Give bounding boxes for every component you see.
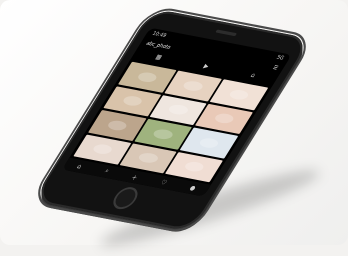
tag-icon[interactable]: ⌂ <box>249 71 257 79</box>
menu-icon[interactable]: ☰ <box>271 65 279 72</box>
add-icon[interactable]: ＋ <box>129 172 140 182</box>
earpiece-speaker <box>215 29 238 37</box>
profile-icon[interactable]: ● <box>188 184 197 192</box>
video-icon[interactable]: ▶ <box>202 62 210 70</box>
status-network: 5G <box>275 54 286 62</box>
home-icon[interactable]: ⌂ <box>76 162 84 170</box>
status-time: 10:49 <box>150 30 168 40</box>
grid-icon[interactable]: ▦ <box>154 53 163 61</box>
search-icon[interactable]: ⌕ <box>103 167 110 175</box>
heart-icon[interactable]: ♡ <box>159 178 168 186</box>
home-button[interactable] <box>108 185 143 211</box>
